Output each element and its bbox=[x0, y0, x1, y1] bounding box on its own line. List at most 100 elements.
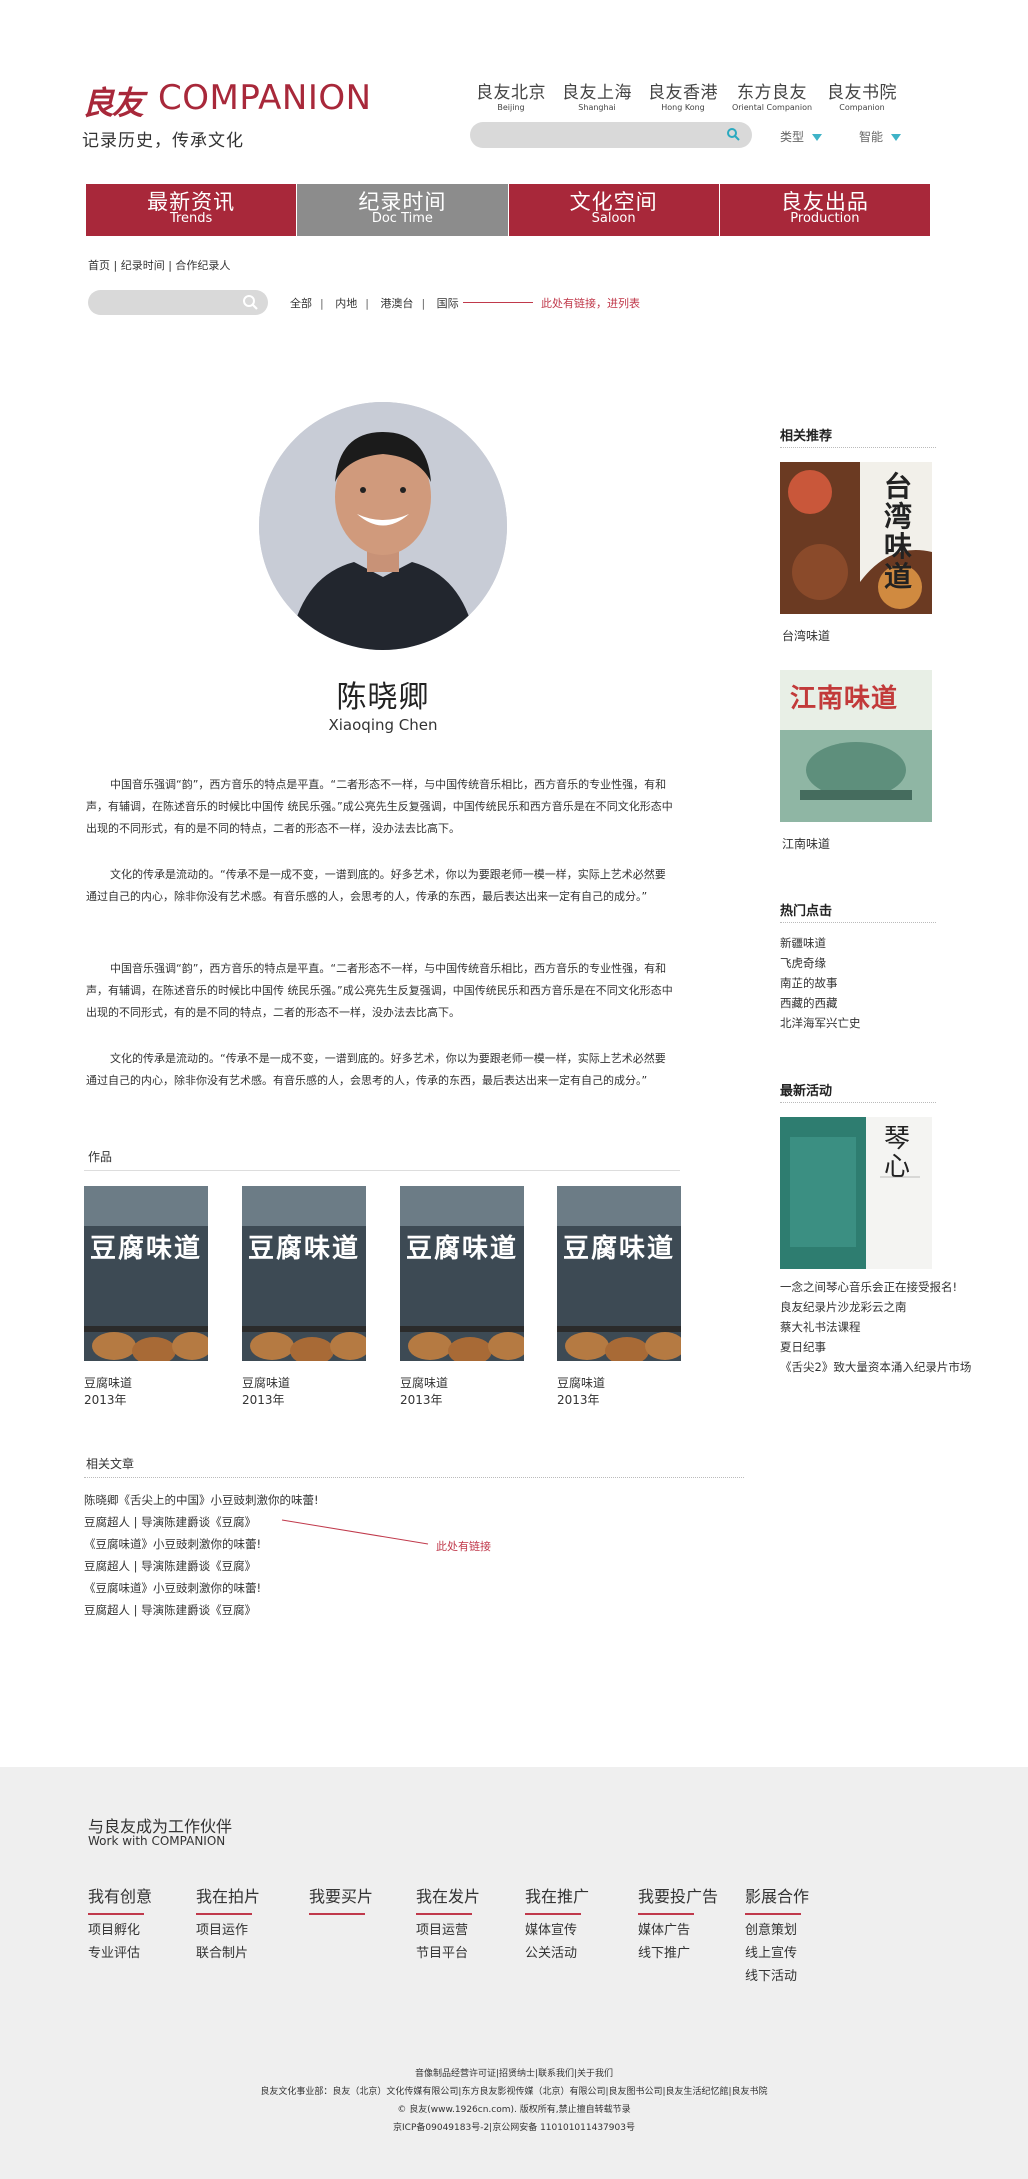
branch-link-oriental[interactable]: 东方良友 Oriental Companion bbox=[727, 78, 817, 112]
top-search-input[interactable] bbox=[470, 122, 752, 148]
footer-column-title[interactable]: 影展合作 bbox=[745, 1883, 809, 1915]
branch-sub: Oriental Companion bbox=[731, 103, 813, 112]
nav-doc-time[interactable]: 纪录时间 Doc Time bbox=[297, 184, 509, 236]
person-name-en: Xiaoqing Chen bbox=[328, 716, 438, 734]
filter-international[interactable]: 国际 bbox=[437, 297, 459, 310]
filter-hk-macau-tw[interactable]: 港澳台 bbox=[380, 297, 413, 310]
work-cover[interactable]: 豆腐味道 bbox=[557, 1186, 681, 1361]
work-cover[interactable]: 豆腐味道 bbox=[400, 1186, 524, 1361]
hot-title: 热门点击 bbox=[780, 904, 833, 919]
footer-link[interactable]: 媒体宣传 bbox=[525, 1923, 589, 1938]
slogan: 记录历史，传承文化 bbox=[82, 131, 244, 151]
footer-column-title[interactable]: 我在发片 bbox=[416, 1883, 480, 1915]
divider bbox=[84, 1477, 744, 1478]
related-link[interactable]: 豆腐超人 | 导演陈建爵谈《豆腐》 bbox=[84, 1602, 256, 1618]
type-dropdown[interactable]: 类型 bbox=[780, 128, 823, 145]
branch-link-beijing[interactable]: 良友北京 Beijing bbox=[466, 78, 556, 112]
nav-production[interactable]: 良友出品 Production bbox=[719, 184, 930, 236]
work-title[interactable]: 豆腐味道 bbox=[557, 1375, 681, 1392]
work-cover[interactable]: 豆腐味道 bbox=[242, 1186, 366, 1361]
footer-link[interactable]: 联合制片 bbox=[196, 1946, 260, 1961]
nav-trends[interactable]: 最新资讯 Trends bbox=[86, 184, 298, 236]
footer-link[interactable]: 媒体广告 bbox=[638, 1923, 718, 1938]
hot-link[interactable]: 飞虎奇缘 bbox=[780, 955, 826, 971]
footer-column: 我在发片 项目运营 节目平台 bbox=[416, 1883, 480, 1961]
hot-link[interactable]: 南芷的故事 bbox=[780, 975, 838, 991]
event-cover[interactable]: 琴心 bbox=[780, 1117, 932, 1269]
search-icon[interactable] bbox=[726, 127, 740, 141]
event-link[interactable]: 良友纪录片沙龙彩云之南 bbox=[780, 1299, 907, 1315]
related-link[interactable]: 豆腐超人 | 导演陈建爵谈《豆腐》 bbox=[84, 1558, 256, 1574]
event-link[interactable]: 一念之间琴心音乐会正在接受报名! bbox=[780, 1279, 957, 1295]
recommend-caption[interactable]: 江南味道 bbox=[782, 835, 830, 852]
hot-link[interactable]: 西藏的西藏 bbox=[780, 995, 838, 1011]
hot-link[interactable]: 新疆味道 bbox=[780, 935, 826, 951]
work-item[interactable]: 豆腐味道 豆腐味道 2013年 bbox=[242, 1186, 366, 1409]
work-year: 2013年 bbox=[557, 1393, 600, 1407]
work-title[interactable]: 豆腐味道 bbox=[242, 1375, 366, 1392]
branch-link-hongkong[interactable]: 良友香港 Hong Kong bbox=[638, 78, 728, 112]
event-link[interactable]: 《舌尖2》致大量资本涌入纪录片市场 bbox=[780, 1359, 971, 1375]
event-cover-title: 琴心 bbox=[884, 1124, 911, 1182]
recommend-cover-title: 台湾味道 bbox=[884, 470, 913, 593]
nav-sublabel: Saloon bbox=[591, 211, 636, 226]
work-item[interactable]: 豆腐味道 豆腐味道 2013年 bbox=[400, 1186, 524, 1409]
footer-link[interactable]: 节目平台 bbox=[416, 1946, 480, 1961]
footer-column: 我要投广告 媒体广告 线下推广 bbox=[638, 1883, 718, 1961]
recommend-caption[interactable]: 台湾味道 bbox=[782, 627, 830, 644]
recommend-cover[interactable]: 江南味道 bbox=[780, 670, 932, 822]
branch-link-shanghai[interactable]: 良友上海 Shanghai bbox=[552, 78, 642, 112]
divider bbox=[780, 447, 936, 448]
footer-column-title[interactable]: 我要投广告 bbox=[638, 1883, 718, 1915]
breadcrumb[interactable]: 首页 | 纪录时间 | 合作纪录人 bbox=[88, 257, 230, 273]
related-link[interactable]: 陈晓卿《舌尖上的中国》小豆豉刺激你的味蕾! bbox=[84, 1492, 319, 1508]
footer-column-title[interactable]: 我要买片 bbox=[309, 1883, 373, 1915]
related-link[interactable]: 《豆腐味道》小豆豉刺激你的味蕾! bbox=[84, 1580, 261, 1596]
recommend-cover[interactable]: 台湾味道 bbox=[780, 462, 932, 614]
footer-column: 我有创意 项目孵化 专业评估 bbox=[88, 1883, 152, 1961]
hot-link[interactable]: 北洋海军兴亡史 bbox=[780, 1015, 861, 1031]
footer-column-title[interactable]: 我在拍片 bbox=[196, 1883, 260, 1915]
footer-link[interactable]: 创意策划 bbox=[745, 1923, 809, 1938]
footer-links[interactable]: 音像制品经营许可证|招贤纳士|联系我们|关于我们 bbox=[0, 2066, 1028, 2079]
footer-link[interactable]: 公关活动 bbox=[525, 1946, 589, 1961]
nav-saloon[interactable]: 文化空间 Saloon bbox=[508, 184, 720, 236]
work-cover-title: 豆腐味道 bbox=[406, 1234, 519, 1264]
footer-column-title[interactable]: 我有创意 bbox=[88, 1883, 152, 1915]
footer-link[interactable]: 线上宣传 bbox=[745, 1946, 809, 1961]
separator: | bbox=[320, 297, 324, 310]
list-search-input[interactable] bbox=[88, 290, 268, 315]
bio-paragraph: 中国音乐强调“韵”，西方音乐的特点是平直。“二者形态不一样，与中国传统音乐相比，… bbox=[86, 778, 673, 835]
footer-link[interactable]: 项目孵化 bbox=[88, 1923, 152, 1938]
related-title: 相关文章 bbox=[86, 1457, 135, 1471]
work-cover-title: 豆腐味道 bbox=[563, 1234, 676, 1264]
footer-link[interactable]: 项目运营 bbox=[416, 1923, 480, 1938]
logo-cn[interactable]: 良友 bbox=[82, 78, 144, 124]
search-icon[interactable] bbox=[242, 294, 258, 310]
filter-all[interactable]: 全部 bbox=[290, 297, 312, 310]
footer-link[interactable]: 专业评估 bbox=[88, 1946, 152, 1961]
work-title[interactable]: 豆腐味道 bbox=[400, 1375, 524, 1392]
footer-companies[interactable]: 良友文化事业部：良友（北京）文化传媒有限公司|东方良友影视传媒（北京）有限公司|… bbox=[0, 2084, 1028, 2097]
related-link[interactable]: 豆腐超人 | 导演陈建爵谈《豆腐》 bbox=[84, 1514, 256, 1530]
event-link[interactable]: 夏日纪事 bbox=[780, 1339, 826, 1355]
logo-en[interactable]: COMPANION bbox=[158, 78, 372, 118]
footer-column-title[interactable]: 我在推广 bbox=[525, 1883, 589, 1915]
smart-dropdown[interactable]: 智能 bbox=[859, 128, 902, 145]
event-link[interactable]: 蔡大礼书法课程 bbox=[780, 1319, 861, 1335]
work-item[interactable]: 豆腐味道 豆腐味道 2013年 bbox=[557, 1186, 681, 1409]
footer-link[interactable]: 线下活动 bbox=[745, 1969, 809, 1984]
branch-sub: Beijing bbox=[497, 103, 525, 112]
divider bbox=[780, 922, 936, 923]
work-item[interactable]: 豆腐味道 豆腐味道 2013年 bbox=[84, 1186, 208, 1409]
work-title[interactable]: 豆腐味道 bbox=[84, 1375, 208, 1392]
work-cover[interactable]: 豆腐味道 bbox=[84, 1186, 208, 1361]
dropdown-label: 智能 bbox=[859, 130, 884, 144]
footer-column: 我在推广 媒体宣传 公关活动 bbox=[525, 1883, 589, 1961]
portrait-image bbox=[259, 402, 507, 650]
footer-link[interactable]: 线下推广 bbox=[638, 1946, 718, 1961]
footer-link[interactable]: 项目运作 bbox=[196, 1923, 260, 1938]
filter-mainland[interactable]: 内地 bbox=[335, 297, 357, 310]
branch-link-academy[interactable]: 良友书院 Companion bbox=[817, 78, 907, 112]
related-link[interactable]: 《豆腐味道》小豆豉刺激你的味蕾! bbox=[84, 1536, 261, 1552]
